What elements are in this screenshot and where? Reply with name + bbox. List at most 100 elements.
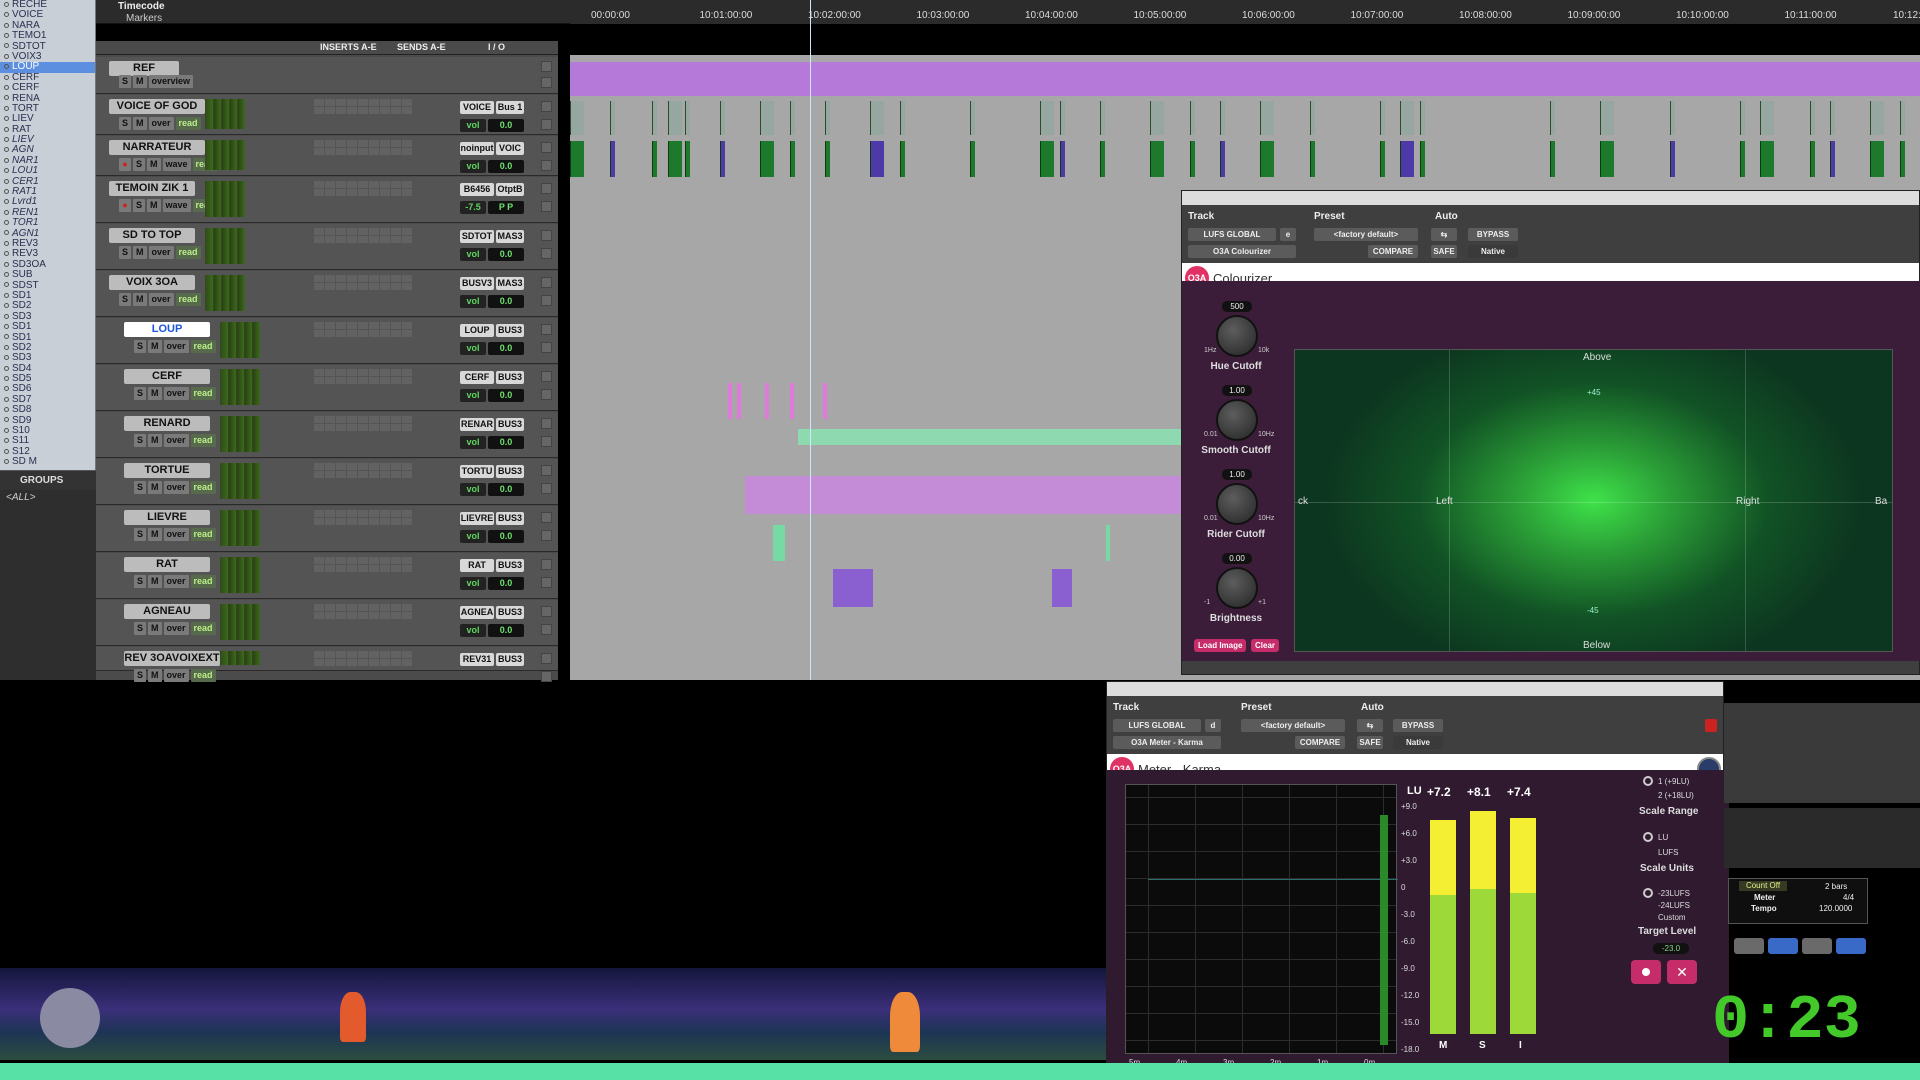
insert-slot[interactable] xyxy=(402,510,412,517)
narrateur-clip[interactable] xyxy=(1190,141,1195,177)
track-browser[interactable]: RECHE VOICE NARA TEMO1 SDTOT VOIX3 LOUP CERF CER… xyxy=(0,0,96,470)
insert-slot[interactable] xyxy=(358,659,368,666)
insert-slot[interactable] xyxy=(380,377,390,384)
insert-slot[interactable] xyxy=(391,148,401,155)
insert-slot[interactable] xyxy=(391,236,401,243)
visibility-icon[interactable] xyxy=(4,334,9,340)
track-options-icon[interactable] xyxy=(541,530,552,541)
narrateur-clip[interactable] xyxy=(1260,141,1274,177)
insert-slot[interactable] xyxy=(380,424,390,431)
insert-slots[interactable] xyxy=(314,99,412,114)
insert-slot[interactable] xyxy=(402,612,412,619)
insert-slot[interactable] xyxy=(369,140,379,147)
insert-slot[interactable] xyxy=(369,377,379,384)
output-selector[interactable]: BUS3 xyxy=(496,512,524,525)
mute-button[interactable]: M xyxy=(148,387,162,400)
voice-clip[interactable] xyxy=(1600,101,1614,135)
insert-slot[interactable] xyxy=(347,107,357,114)
lievre-clip-2[interactable] xyxy=(1106,525,1110,561)
insert-slots[interactable] xyxy=(314,322,412,337)
insert-slot[interactable] xyxy=(380,612,390,619)
insert-slot[interactable] xyxy=(336,471,346,478)
input-selector[interactable]: REV31 xyxy=(460,653,494,666)
insert-slot[interactable] xyxy=(347,236,357,243)
close-icon[interactable]: ✕ xyxy=(1667,960,1697,984)
insert-slot[interactable] xyxy=(358,283,368,290)
solo-button[interactable]: S xyxy=(134,622,147,635)
insert-slot[interactable] xyxy=(347,228,357,235)
visibility-icon[interactable] xyxy=(4,220,9,226)
knob[interactable] xyxy=(1216,567,1258,609)
visibility-icon[interactable] xyxy=(4,438,9,444)
track-options-icon[interactable] xyxy=(541,295,552,306)
insert-slot[interactable] xyxy=(347,369,357,376)
insert-slot[interactable] xyxy=(391,471,401,478)
playhead[interactable] xyxy=(810,0,811,680)
insert-slot[interactable] xyxy=(314,140,324,147)
target-level-radio[interactable] xyxy=(1643,888,1653,898)
solo-button[interactable]: S xyxy=(133,199,146,212)
insert-slot[interactable] xyxy=(402,369,412,376)
insert-slot[interactable] xyxy=(391,565,401,572)
colour-field[interactable]: Above Below Left Right ck Ba +45 -45 xyxy=(1294,349,1893,652)
scale-range-radio-1[interactable] xyxy=(1643,776,1653,786)
transport-panel[interactable]: Count Off 2 bars Meter 4/4 Tempo 120.000… xyxy=(1728,878,1868,924)
insert-slots[interactable] xyxy=(314,140,412,155)
insert-slot[interactable] xyxy=(325,377,335,384)
insert-slot[interactable] xyxy=(347,651,357,658)
voice-clip[interactable] xyxy=(1760,101,1774,135)
insert-slot[interactable] xyxy=(391,416,401,423)
meter-compare-button[interactable]: COMPARE xyxy=(1295,736,1345,749)
track-row[interactable]: TEMOIN ZIK 1 ●SMwaveread B6456OtptB -7.5P P xyxy=(96,177,558,223)
pause-button[interactable] xyxy=(1734,938,1764,954)
visibility-icon[interactable] xyxy=(4,168,9,174)
solo-button[interactable]: S xyxy=(134,387,147,400)
meter-track-slot[interactable]: d xyxy=(1205,719,1221,732)
insert-slot[interactable] xyxy=(314,510,324,517)
clear-button[interactable]: Clear xyxy=(1251,639,1280,652)
insert-slot[interactable] xyxy=(347,283,357,290)
insert-slot[interactable] xyxy=(336,424,346,431)
insert-slot[interactable] xyxy=(380,557,390,564)
insert-slot[interactable] xyxy=(325,659,335,666)
insert-slot[interactable] xyxy=(369,565,379,572)
solo-button[interactable]: S xyxy=(134,528,147,541)
solo-button[interactable]: S xyxy=(119,75,132,88)
view-mode-select[interactable]: over xyxy=(163,434,189,447)
insert-slot[interactable] xyxy=(391,181,401,188)
view-mode-select[interactable]: over xyxy=(163,669,189,682)
count-off-toggle[interactable]: Count Off xyxy=(1739,881,1787,891)
track-expand-icon[interactable] xyxy=(541,465,552,476)
insert-slot[interactable] xyxy=(358,377,368,384)
narrateur-clip[interactable] xyxy=(1870,141,1884,177)
visibility-icon[interactable] xyxy=(4,22,9,28)
solo-button[interactable]: S xyxy=(119,246,132,259)
insert-slot[interactable] xyxy=(347,140,357,147)
track-row[interactable]: CERF S Mover read CERF BUS3 vol 0.0 xyxy=(96,365,558,411)
insert-slot[interactable] xyxy=(358,565,368,572)
insert-slot[interactable] xyxy=(314,148,324,155)
visibility-icon[interactable] xyxy=(4,427,9,433)
volume-value[interactable]: 0.0 xyxy=(488,119,524,132)
insert-slot[interactable] xyxy=(380,99,390,106)
visibility-icon[interactable] xyxy=(4,459,9,465)
input-selector[interactable]: BUSV3 xyxy=(460,277,494,290)
insert-slot[interactable] xyxy=(358,140,368,147)
insert-slot[interactable] xyxy=(314,369,324,376)
insert-slot[interactable] xyxy=(358,181,368,188)
insert-slot[interactable] xyxy=(369,228,379,235)
insert-slot[interactable] xyxy=(402,322,412,329)
input-selector[interactable]: TORTU xyxy=(460,465,494,478)
insert-slot[interactable] xyxy=(325,283,335,290)
insert-slot[interactable] xyxy=(347,148,357,155)
insert-slots[interactable] xyxy=(314,557,412,572)
visibility-icon[interactable] xyxy=(4,43,9,49)
insert-slot[interactable] xyxy=(358,322,368,329)
insert-slot[interactable] xyxy=(358,557,368,564)
visibility-icon[interactable] xyxy=(4,417,9,423)
insert-slot[interactable] xyxy=(358,471,368,478)
visibility-icon[interactable] xyxy=(4,365,9,371)
voice-clip[interactable] xyxy=(1900,101,1905,135)
output-selector[interactable]: BUS3 xyxy=(496,324,524,337)
narrateur-clip[interactable] xyxy=(1220,141,1225,177)
